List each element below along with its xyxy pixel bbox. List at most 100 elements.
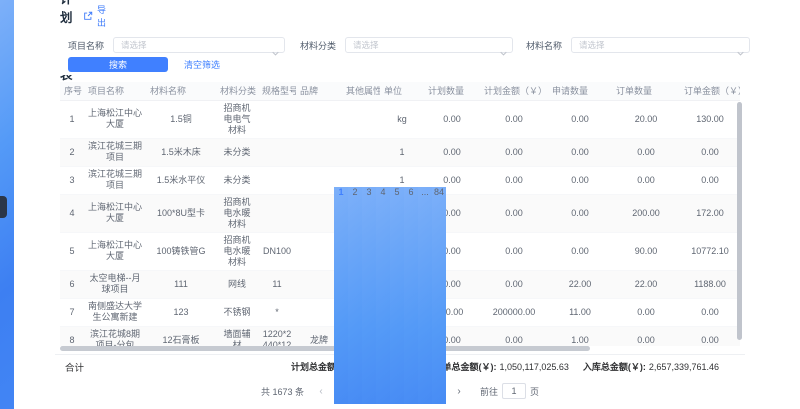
table-cell: 0.00	[480, 166, 548, 194]
table-cell: 未分类	[216, 138, 258, 166]
sidebar-toggle[interactable]	[0, 196, 7, 218]
chevron-down-icon	[272, 43, 279, 61]
material-name-select[interactable]: 请选择	[571, 37, 750, 53]
table-cell: 111	[146, 270, 216, 298]
total-value: 1,050,117,025.63	[500, 362, 569, 372]
table-cell: 0.00	[680, 166, 740, 194]
table-row: 2滨江花城三期项目1.5米木床未分类10.000.000.000.000.00	[60, 138, 740, 166]
page-number[interactable]: 5	[390, 187, 404, 405]
table-cell: 墙面辅材	[216, 326, 258, 346]
table-cell: 6	[60, 270, 84, 298]
table-cell: 1220*2440*12	[258, 326, 296, 346]
table-cell: 2	[60, 138, 84, 166]
table-cell: 0.00	[548, 166, 612, 194]
filter-panel: 项目名称 请选择 材料分类 请选择 材料名称	[55, 30, 745, 75]
project-name-select[interactable]: 请选择	[113, 37, 285, 53]
table-cell: *	[258, 298, 296, 326]
next-page-button[interactable]: ›	[453, 386, 465, 397]
table-cell: 未分类	[216, 166, 258, 194]
table-cell: 招商机电水暖材料	[216, 232, 258, 270]
export-label: 导出	[97, 3, 106, 29]
table-cell: 0.00	[480, 100, 548, 138]
table-cell: 0.00	[480, 194, 548, 232]
table-cell: 200000.00	[480, 298, 548, 326]
table-cell: 滨江花城三期项目	[84, 166, 146, 194]
table-cell: 招商机电电气材料	[216, 100, 258, 138]
vertical-scrollbar[interactable]	[737, 102, 742, 340]
column-header: 申请数量	[548, 82, 612, 100]
page-number[interactable]: 1	[334, 187, 348, 405]
total-item: 订单总金额(￥):1,050,117,025.63	[434, 360, 569, 373]
table-cell: 滨江花城三期项目	[84, 138, 146, 166]
total-item: 入库总金额(￥):2,657,339,761.46	[583, 360, 719, 373]
table-cell: 0.00	[612, 298, 680, 326]
table-cell: 0.00	[612, 138, 680, 166]
table-cell: 172.00	[680, 194, 740, 232]
chevron-down-icon	[737, 43, 744, 61]
table-cell: kg	[380, 100, 424, 138]
table-cell: 0.00	[424, 100, 480, 138]
table-cell: 10772.10	[680, 232, 740, 270]
table-cell	[296, 138, 342, 166]
page-number[interactable]: 2	[348, 187, 362, 405]
prev-page-button[interactable]: ‹	[315, 386, 327, 397]
table-cell: 1.5米水平仪	[146, 166, 216, 194]
table-row: 1上海松江中心大厦1.5铜招商机电电气材料kg0.000.000.0020.00…	[60, 100, 740, 138]
column-header: 单位	[380, 82, 424, 100]
export-button[interactable]: 导出	[73, 0, 116, 33]
table-cell: 太空电梯--月球项目	[84, 270, 146, 298]
page-list: 123456...84	[334, 187, 446, 405]
table-cell: 0.00	[680, 326, 740, 346]
table-cell: 11	[258, 270, 296, 298]
pagination: 共 1673 条 ‹ 123456...84 › 前往 页	[55, 378, 745, 404]
column-header: 品牌	[296, 82, 342, 100]
table-cell: 12石膏板	[146, 326, 216, 346]
total-count: 共 1673 条	[261, 385, 304, 398]
table-cell: DN100	[258, 232, 296, 270]
column-header: 规格型号	[258, 82, 296, 100]
material-category-select[interactable]: 请选择	[345, 37, 513, 53]
table-cell: 南侧盛达大学生公寓新建	[84, 298, 146, 326]
search-button[interactable]: 搜索	[68, 57, 168, 72]
material-name-label: 材料名称	[526, 39, 562, 52]
table-cell: 123	[146, 298, 216, 326]
table-cell: 0.00	[548, 138, 612, 166]
table-cell: 招商机电水暖材料	[216, 194, 258, 232]
table-cell: 不锈钢	[216, 298, 258, 326]
table-cell: 滨江花城8期项目-分包	[84, 326, 146, 346]
table-cell: 网线	[216, 270, 258, 298]
table-cell: 22.00	[548, 270, 612, 298]
goto-page: 前往 页	[480, 383, 539, 399]
page: 材料计划执行表 导出 项目名称 请选择 材料分类	[0, 0, 14, 409]
table-cell: 0.00	[480, 270, 548, 298]
table-cell	[296, 100, 342, 138]
table-cell: 1.00	[548, 326, 612, 346]
column-header: 材料分类	[216, 82, 258, 100]
column-header: 其他属性	[342, 82, 380, 100]
table-cell: 上海松江中心大厦	[84, 194, 146, 232]
table-cell: 0.00	[680, 298, 740, 326]
table-cell: 0.00	[680, 138, 740, 166]
page-number[interactable]: 6	[404, 187, 418, 405]
column-header: 计划金额（￥）	[480, 82, 548, 100]
goto-page-input[interactable]	[502, 383, 526, 399]
total-value: 2,657,339,761.46	[649, 362, 719, 372]
table-cell	[258, 194, 296, 232]
page-number[interactable]: 4	[376, 187, 390, 405]
horizontal-scrollbar-thumb[interactable]	[60, 346, 590, 351]
column-header: 计划数量	[424, 82, 480, 100]
table-cell	[258, 100, 296, 138]
page-number[interactable]: 84	[432, 187, 446, 405]
column-header: 项目名称	[84, 82, 146, 100]
table-cell: 3	[60, 166, 84, 194]
table-cell: 0.00	[480, 326, 548, 346]
table-cell: 1.5米木床	[146, 138, 216, 166]
page-number[interactable]: 3	[362, 187, 376, 405]
table-cell: 22.00	[612, 270, 680, 298]
clear-filter-link[interactable]: 清空筛选	[184, 58, 220, 71]
table-card: 序号项目名称材料名称材料分类规格型号品牌其他属性单位计划数量计划金额（￥）申请数…	[55, 82, 745, 404]
filter-material-name: 材料名称 请选择	[526, 37, 750, 53]
table-cell: 1	[60, 100, 84, 138]
column-header: 序号	[60, 82, 84, 100]
page-ellipsis: ...	[418, 187, 432, 405]
